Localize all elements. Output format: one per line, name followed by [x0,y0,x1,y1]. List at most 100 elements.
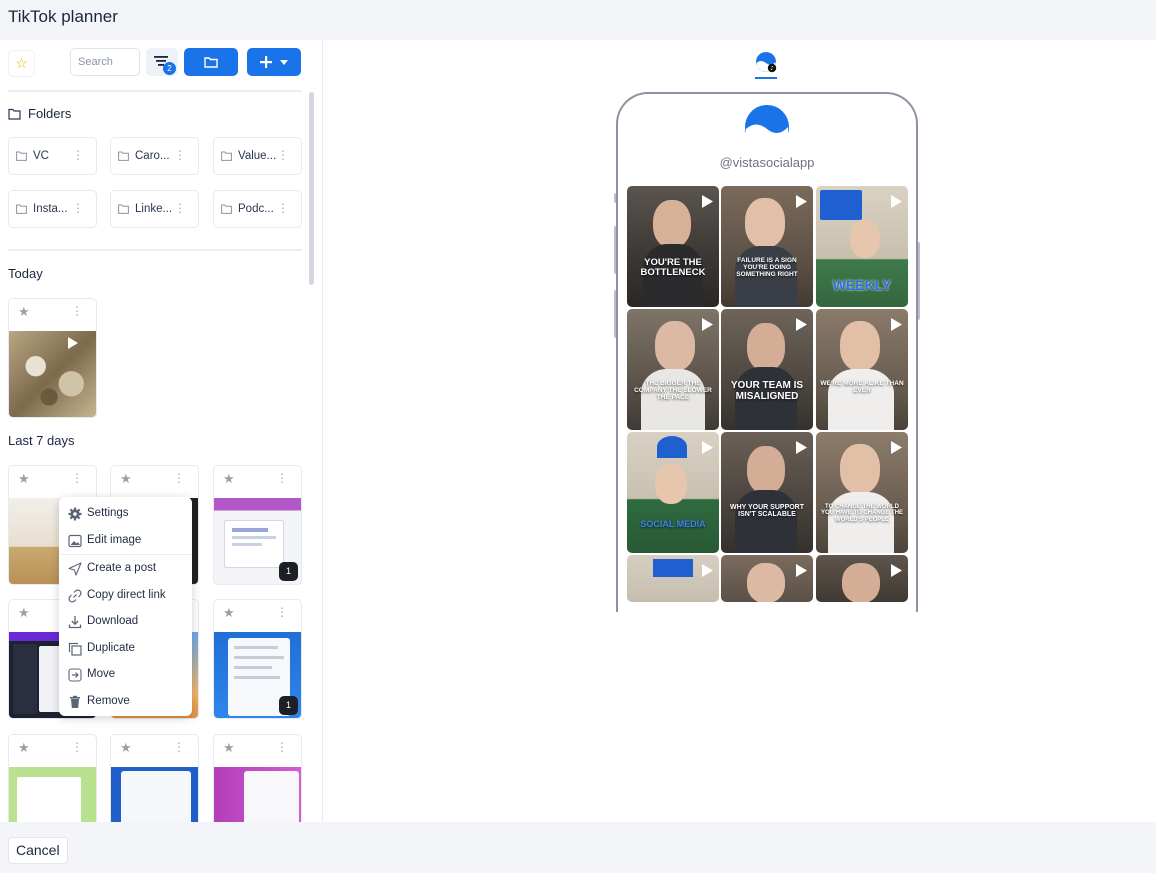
cancel-button[interactable]: Cancel [8,837,68,864]
more-options-icon[interactable]: ⋮ [276,741,288,753]
menu-item-create-post[interactable]: Create a post [59,556,192,583]
menu-item-settings[interactable]: Settings [59,501,192,528]
star-icon[interactable]: ★ [223,471,235,487]
media-card[interactable]: ★ ⋮ [8,734,97,822]
video-tile[interactable]: FAILURE IS A SIGN YOU'RE DOING SOMETHING… [721,186,813,307]
more-options-icon[interactable]: ⋮ [71,741,83,753]
star-icon[interactable]: ★ [18,304,30,320]
media-thumbnail[interactable] [111,767,198,822]
folder-card[interactable]: VC ⋮ [8,137,97,175]
video-caption: WHY YOUR SUPPORT ISN'T SCALABLE [729,504,805,519]
last-7-days-heading: Last 7 days [8,433,75,448]
phone-preview-frame: @vistasocialapp YOU'RE THE BOTTLENECK FA… [616,92,918,612]
menu-item-remove[interactable]: Remove [59,689,192,716]
star-icon[interactable]: ★ [18,740,30,756]
scrollbar[interactable] [309,92,314,285]
play-icon [891,441,902,454]
star-icon[interactable]: ★ [120,740,132,756]
folder-name: Insta... [33,203,68,215]
media-card[interactable]: ★ ⋮ 1 [213,465,302,585]
more-options-icon[interactable]: ⋮ [277,149,289,161]
media-thumbnail[interactable] [9,331,96,417]
menu-item-edit-image[interactable]: Edit image [59,528,192,555]
more-options-icon[interactable]: ⋮ [277,202,289,214]
video-caption: FAILURE IS A SIGN YOU'RE DOING SOMETHING… [736,257,798,278]
profile-avatar [745,105,789,150]
video-tile[interactable] [721,555,813,602]
media-card[interactable]: ★ ⋮ 1 [213,599,302,719]
video-tile[interactable]: YOU'RE THE BOTTLENECK [627,186,719,307]
video-tile[interactable]: SOCIAL MEDIA [627,432,719,553]
folder-name: Value... [238,150,277,162]
filter-button[interactable]: 2 [146,48,178,76]
post-count-badge: 1 [279,562,298,581]
folder-card[interactable]: Podc... ⋮ [213,190,302,228]
new-folder-button[interactable] [184,48,238,76]
video-tile[interactable]: YOUR TEAM IS MISALIGNED [721,309,813,430]
menu-item-duplicate[interactable]: Duplicate [59,636,192,663]
more-options-icon[interactable]: ⋮ [174,202,186,214]
star-outline-icon: ☆ [15,55,28,71]
folder-icon [204,57,218,68]
more-options-icon[interactable]: ⋮ [174,149,186,161]
media-thumbnail[interactable]: 1 [214,632,301,718]
more-options-icon[interactable]: ⋮ [71,472,83,484]
video-tile[interactable] [816,555,908,602]
video-caption: YOU'RE THE BOTTLENECK [640,257,706,278]
more-options-icon[interactable]: ⋮ [276,472,288,484]
media-thumbnail[interactable]: 1 [214,498,301,584]
more-options-icon[interactable]: ⋮ [173,472,185,484]
folder-icon [221,204,232,214]
folder-card[interactable]: Linke... ⋮ [110,190,199,228]
star-icon[interactable]: ★ [18,605,30,621]
menu-item-download[interactable]: Download [59,609,192,636]
plus-icon [260,56,272,68]
star-icon[interactable]: ★ [223,605,235,621]
folder-icon [118,151,129,161]
media-card[interactable]: ★ ⋮ [110,734,199,822]
link-icon [68,588,82,603]
avatar: ♪ [756,52,777,73]
menu-item-label: Create a post [87,562,157,574]
folder-name: VC [33,150,49,162]
video-tile[interactable]: WE'RE MORE ALIKE THAN EVER [816,309,908,430]
folder-card[interactable]: Value... ⋮ [213,137,302,175]
folder-icon [16,204,27,214]
media-thumbnail[interactable] [9,767,96,822]
media-card[interactable]: ★ ⋮ [8,298,97,418]
menu-item-copy-link[interactable]: Copy direct link [59,583,192,610]
search-input[interactable] [70,48,140,76]
filter-count-badge: 2 [163,62,176,75]
video-tile[interactable]: THE BIGGER THE COMPANY THE SLOWER THE PA… [627,309,719,430]
preview-pane: ♪ @vistasocialapp YOU'RE THE BOTTLENECK [324,40,1156,822]
media-card[interactable]: ★ ⋮ [213,734,302,822]
video-tile[interactable]: TO CHANGE THE WORLD YOU HAVE TO CHANGE T… [816,432,908,553]
star-icon[interactable]: ★ [120,471,132,487]
favorites-filter-button[interactable]: ☆ [8,50,35,77]
media-context-menu: Settings Edit image Create a post Copy d… [59,497,192,716]
add-media-button[interactable] [247,48,301,76]
more-options-icon[interactable]: ⋮ [276,606,288,618]
move-icon [68,668,82,682]
video-tile[interactable]: WHY YOUR SUPPORT ISN'T SCALABLE [721,432,813,553]
menu-item-move[interactable]: Move [59,662,192,689]
more-options-icon[interactable]: ⋮ [173,741,185,753]
star-icon[interactable]: ★ [223,740,235,756]
more-options-icon[interactable]: ⋮ [71,305,83,317]
play-icon [68,337,78,349]
video-tile[interactable]: WEEKLY [816,186,908,307]
video-tile[interactable] [627,555,719,602]
profile-tab[interactable]: ♪ [755,51,777,81]
image-icon [68,534,82,547]
more-options-icon[interactable]: ⋮ [72,149,84,161]
more-options-icon[interactable]: ⋮ [72,202,84,214]
menu-item-label: Copy direct link [87,588,166,601]
folder-card[interactable]: Caro... ⋮ [110,137,199,175]
folder-card[interactable]: Insta... ⋮ [8,190,97,228]
menu-item-label: Move [87,668,116,680]
star-icon[interactable]: ★ [18,471,30,487]
media-thumbnail[interactable] [214,767,301,822]
download-icon [68,616,82,629]
play-icon [796,195,807,208]
play-icon [796,441,807,454]
